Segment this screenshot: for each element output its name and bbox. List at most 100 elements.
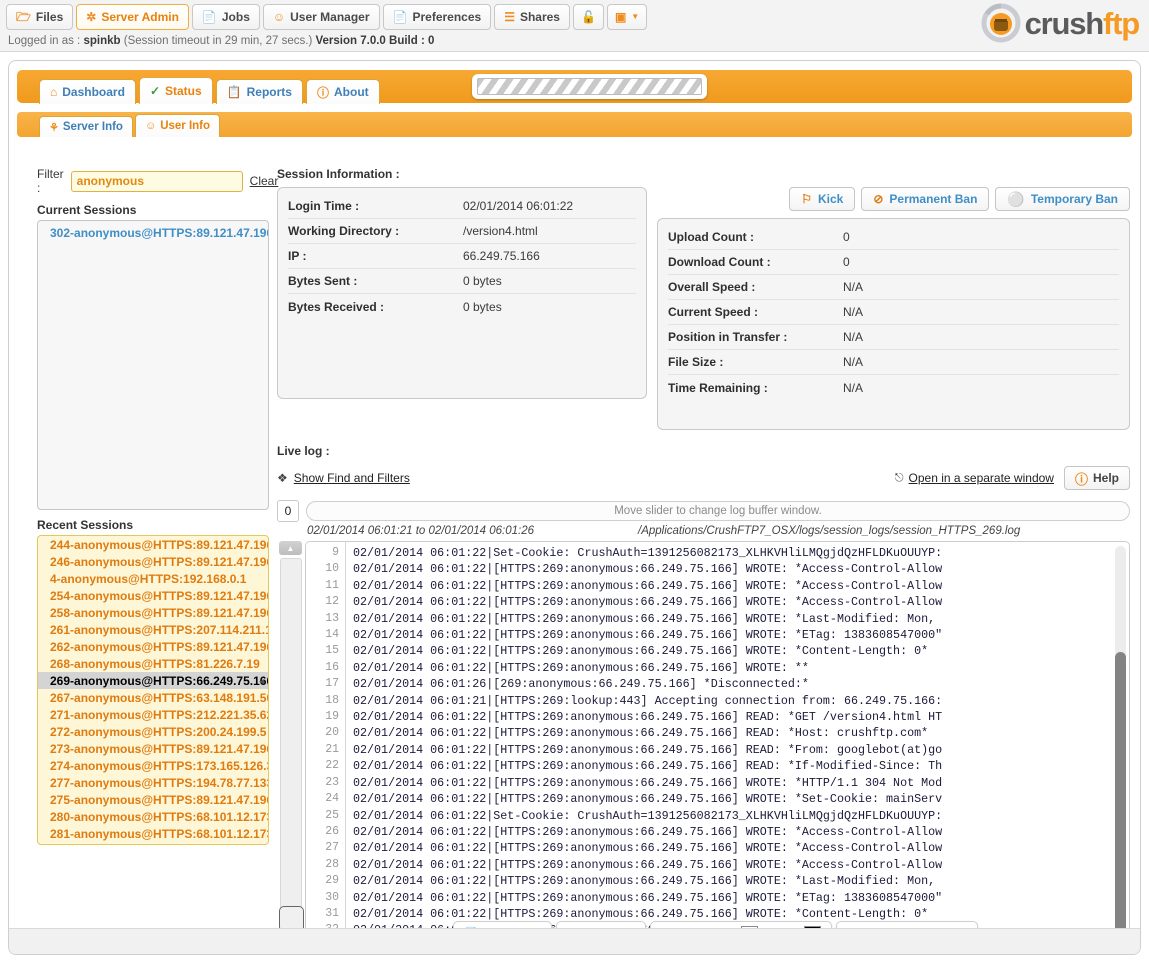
recent-session-item[interactable]: 281-anonymous@HTTPS:68.101.12.173 (38, 825, 268, 842)
info-icon: ⓘ (1075, 469, 1088, 488)
crushftp-logo: crushftp (981, 2, 1139, 44)
log-line: 02/01/2014 06:01:22|[HTTPS:269:anonymous… (353, 611, 1129, 627)
minus-circle-icon: ⚪ (1007, 191, 1024, 208)
toolbar-button-jobs[interactable]: 📄 Jobs (192, 4, 260, 30)
info-row-value: N/A (843, 305, 863, 319)
log-line: 02/01/2014 06:01:22|[HTTPS:269:anonymous… (353, 873, 1129, 889)
folder-icon: 🗁 (16, 11, 31, 23)
sliders-icon: 📄 (393, 11, 408, 23)
help-button-label: Help (1093, 471, 1119, 485)
log-line: 02/01/2014 06:01:22|[HTTPS:269:anonymous… (353, 857, 1129, 873)
recent-session-item[interactable]: 267-anonymous@HTTPS:63.148.191.50 (38, 689, 268, 706)
toolbar-button-lock[interactable]: 🔓 (573, 4, 604, 30)
recent-session-item[interactable]: 262-anonymous@HTTPS:89.121.47.196 (38, 638, 268, 655)
log-line: 02/01/2014 06:01:22|[HTTPS:269:anonymous… (353, 643, 1129, 659)
log-line: 02/01/2014 06:01:22|Set-Cookie: CrushAut… (353, 808, 1129, 824)
toolbar-button-files[interactable]: 🗁 Files (6, 4, 73, 30)
content-area: Filter : Clear Current Sessions 302-anon… (9, 157, 1140, 954)
log-content-box: 9101112131415161718192021222324252627282… (305, 541, 1130, 955)
activity-progress (472, 74, 707, 99)
subtab-server-info[interactable]: ⚘ Server Info (39, 116, 133, 137)
permanent-ban-button-label: Permanent Ban (889, 192, 977, 206)
recent-session-item[interactable]: 4-anonymous@HTTPS:192.168.0.1 (38, 570, 268, 587)
recent-session-item[interactable]: 254-anonymous@HTTPS:89.121.47.196 (38, 587, 268, 604)
info-row-value: 0 (843, 255, 850, 269)
info-row: Position in Transfer :N/A (668, 325, 1119, 350)
recent-session-item[interactable]: 268-anonymous@HTTPS:81.226.7.19 (38, 655, 268, 672)
info-row-key: Time Remaining : (668, 381, 843, 395)
tab-reports[interactable]: 📋 Reports (216, 79, 303, 104)
logged-in-username: spinkb (83, 35, 120, 47)
log-line: 02/01/2014 06:01:22|[HTTPS:269:anonymous… (353, 758, 1129, 774)
subtab-user-info[interactable]: ☺ User Info (135, 114, 220, 137)
recent-session-item[interactable]: 271-anonymous@HTTPS:212.221.35.62 (38, 706, 268, 723)
slider-up-button[interactable]: ▲ (279, 541, 302, 555)
info-row: Working Directory :/version4.html (288, 219, 636, 244)
tab-about[interactable]: ⓘ About (306, 79, 380, 104)
log-line-number: 10 (306, 561, 345, 577)
recent-session-item[interactable]: 284-anonymous@HTTPS:68.101.12.173 (38, 842, 268, 845)
toolbar-button-label: Shares (520, 10, 560, 24)
open-separate-window-link[interactable]: Open in a separate window (909, 471, 1054, 485)
recent-session-item[interactable]: 280-anonymous@HTTPS:68.101.12.173 (38, 808, 268, 825)
log-range-row: 02/01/2014 06:01:21 to 02/01/2014 06:01:… (307, 525, 1130, 537)
log-line-number: 12 (306, 594, 345, 610)
log-buffer-value: 0 (277, 500, 299, 522)
info-icon: ⓘ (317, 84, 329, 101)
toolbar-button-server-admin[interactable]: ✲ Server Admin (76, 4, 189, 30)
logo-text-crush: crush (1025, 6, 1103, 41)
log-line-number: 28 (306, 857, 345, 873)
top-toolbar: 🗁 Files ✲ Server Admin 📄 Jobs ☺ User Man… (0, 0, 1149, 34)
tab-dashboard[interactable]: ⌂ Dashboard (39, 79, 136, 104)
ban-icon: ⊘ (873, 192, 883, 206)
log-lines[interactable]: 02/01/2014 06:01:22|Set-Cookie: CrushAut… (346, 542, 1129, 955)
info-row: IP :66.249.75.166 (288, 244, 636, 269)
info-row-key: Working Directory : (288, 224, 463, 238)
recent-session-item[interactable]: 275-anonymous@HTTPS:89.121.47.196 (38, 791, 268, 808)
info-row-key: Current Speed : (668, 305, 843, 319)
logged-in-prefix: Logged in as : (8, 35, 80, 47)
transfer-column: ⚐ Kick ⊘ Permanent Ban ⚪ Temporary Ban U… (657, 187, 1130, 430)
wrench-icon: ⚘ (49, 121, 59, 134)
toolbar-button-image-dropdown[interactable]: ▣ ▼ (607, 4, 647, 30)
log-vertical-scrollbar-thumb[interactable] (1115, 652, 1126, 952)
recent-session-item[interactable]: 274-anonymous@HTTPS:173.165.126.33 (38, 757, 268, 774)
image-icon: ▣ (615, 11, 626, 23)
kick-button[interactable]: ⚐ Kick (789, 187, 855, 211)
recent-session-item[interactable]: 277-anonymous@HTTPS:194.78.77.133 (38, 774, 268, 791)
main-panel: ⌂ Dashboard ✓ Status 📋 Reports ⓘ About ⚘… (8, 60, 1141, 955)
info-row-key: Upload Count : (668, 230, 843, 244)
permanent-ban-button[interactable]: ⊘ Permanent Ban (861, 187, 989, 211)
info-row-key: Bytes Sent : (288, 274, 463, 288)
toolbar-button-preferences[interactable]: 📄 Preferences (383, 4, 492, 30)
toolbar-button-label: User Manager (290, 10, 369, 24)
slider-track[interactable] (280, 558, 302, 936)
clear-filter-link[interactable]: Clear (250, 174, 279, 188)
recent-session-item[interactable]: 273-anonymous@HTTPS:89.121.47.196 (38, 740, 268, 757)
recent-session-item[interactable]: 244-anonymous@HTTPS:89.121.47.196 (38, 536, 268, 553)
session-information-card: Login Time :02/01/2014 06:01:22Working D… (277, 187, 647, 399)
secondary-tab-strip: ⚘ Server Info ☺ User Info (17, 112, 1132, 137)
show-find-and-filters-link[interactable]: Show Find and Filters (294, 471, 410, 485)
filter-input[interactable] (71, 171, 243, 192)
tab-status[interactable]: ✓ Status (139, 77, 213, 104)
recent-session-item[interactable]: 246-anonymous@HTTPS:89.121.47.196 (38, 553, 268, 570)
recent-sessions-list[interactable]: 244-anonymous@HTTPS:89.121.47.196246-ano… (37, 535, 269, 845)
help-button[interactable]: ⓘ Help (1064, 466, 1130, 490)
log-line: 02/01/2014 06:01:22|[HTTPS:269:anonymous… (353, 791, 1129, 807)
log-line: 02/01/2014 06:01:22|[HTTPS:269:anonymous… (353, 824, 1129, 840)
current-session-item[interactable]: 302-anonymous@HTTPS:89.121.47.196 (38, 221, 268, 241)
current-sessions-list[interactable]: 302-anonymous@HTTPS:89.121.47.196 (37, 220, 269, 510)
toolbar-button-user-manager[interactable]: ☺ User Manager (263, 4, 380, 30)
temporary-ban-button[interactable]: ⚪ Temporary Ban (995, 187, 1130, 211)
recent-session-item-selected[interactable]: 269-anonymous@HTTPS:66.249.75.166 (38, 672, 268, 689)
transfer-information-card: Upload Count :0Download Count :0Overall … (657, 218, 1130, 430)
recent-session-item[interactable]: 272-anonymous@HTTPS:200.24.199.5 (38, 723, 268, 740)
recent-session-item[interactable]: 261-anonymous@HTTPS:207.114.211.18 (38, 621, 268, 638)
recent-session-item[interactable]: 258-anonymous@HTTPS:89.121.47.196 (38, 604, 268, 621)
log-buffer-slider[interactable]: Move slider to change log buffer window. (306, 501, 1130, 521)
log-viewer: ▲ ▼ 910111213141516171819202122232425262… (277, 541, 1130, 955)
log-vertical-scrollbar[interactable] (1115, 546, 1126, 955)
log-line-number: 19 (306, 709, 345, 725)
toolbar-button-shares[interactable]: ☰ Shares (494, 4, 570, 30)
